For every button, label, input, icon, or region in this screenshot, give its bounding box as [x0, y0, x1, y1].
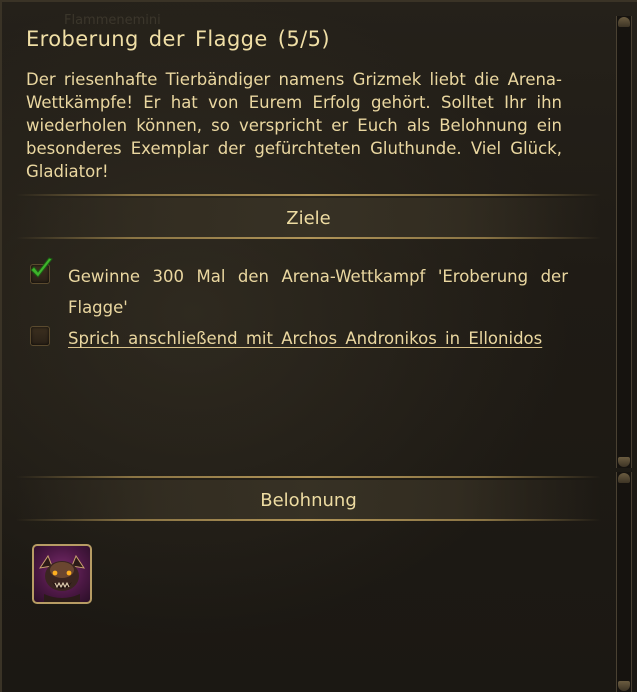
quest-title: Eroberung der Flagge (5/5) — [26, 27, 330, 51]
divider-top-objectives — [16, 194, 601, 196]
scroll-down-arrow[interactable] — [618, 681, 630, 691]
lower-scrollbar[interactable] — [616, 472, 632, 692]
ghost-header: Flammenemini — [64, 13, 161, 28]
scroll-up-arrow[interactable] — [618, 17, 630, 27]
quest-detail-panel: Flammenemini Eroberung der Flagge (5/5) … — [0, 0, 637, 692]
reward-item-slot[interactable] — [32, 544, 92, 604]
upper-scrollbar[interactable] — [616, 16, 632, 468]
rewards-header: Belohnung — [260, 490, 357, 511]
objective-checkbox — [30, 326, 50, 346]
objective-text: Gewinne 300 Mal den Arena-Wettkampf 'Ero… — [68, 267, 568, 317]
scroll-down-arrow[interactable] — [618, 457, 630, 467]
divider-top-rewards — [16, 476, 601, 478]
objectives-header: Ziele — [286, 208, 331, 229]
divider-bottom-rewards — [16, 519, 601, 521]
objective-link[interactable]: Sprich anschließend mit Archos Androniko… — [68, 323, 568, 354]
checkmark-icon — [30, 257, 53, 278]
fire-hound-mount-icon — [38, 554, 86, 602]
divider-bottom-objectives — [16, 237, 601, 239]
quest-description: Der riesenhafte Tierbändiger namens Griz… — [26, 70, 562, 181]
scroll-up-arrow[interactable] — [618, 473, 630, 483]
